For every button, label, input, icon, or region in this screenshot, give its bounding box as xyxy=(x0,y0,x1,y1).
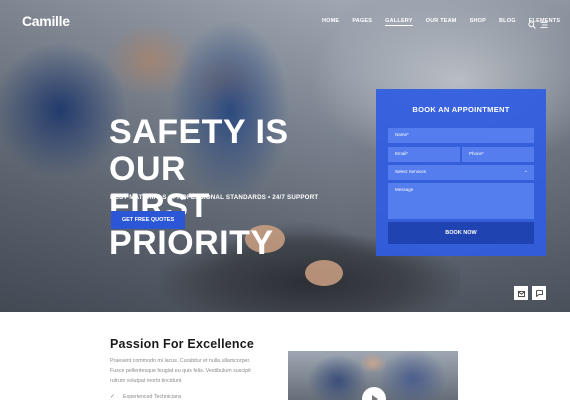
service-select[interactable]: Select Services ⌄ xyxy=(388,165,534,180)
section-description: Praesent commodo mi lacus. Curabitur et … xyxy=(110,358,251,384)
top-navigation: Camille HOME PAGES GALLERY OUR TEAM SHOP… xyxy=(0,0,570,40)
search-icon[interactable] xyxy=(528,16,536,29)
chat-button[interactable] xyxy=(532,286,546,300)
email-field[interactable]: Email* xyxy=(388,147,460,162)
mail-button[interactable] xyxy=(514,286,528,300)
nav-item-blog[interactable]: BLOG xyxy=(499,18,516,26)
hero-headline: SAFETY IS OUR FIRST PRIORITY xyxy=(109,114,369,262)
appointment-form-title: BOOK AN APPOINTMENT xyxy=(412,105,510,114)
book-now-button[interactable]: BOOK NOW xyxy=(388,222,534,244)
service-select-value: Select Services xyxy=(395,169,427,174)
brand-logo[interactable]: Camille xyxy=(22,13,70,29)
feature-item: ✓ Experienced Technicians xyxy=(110,393,182,400)
chat-icon xyxy=(535,284,543,302)
nav-item-home[interactable]: HOME xyxy=(322,18,339,26)
name-field[interactable]: Name* xyxy=(388,128,534,143)
phone-field[interactable]: Phone* xyxy=(462,147,534,162)
feature-label: Experienced Technicians xyxy=(123,393,182,400)
get-free-quotes-button[interactable]: GET FREE QUOTES xyxy=(111,211,185,229)
hero-hand-image xyxy=(305,260,343,286)
menu-icon[interactable] xyxy=(540,16,548,28)
nav-item-shop[interactable]: SHOP xyxy=(470,18,486,26)
nav-item-pages[interactable]: PAGES xyxy=(352,18,372,26)
main-menu: HOME PAGES GALLERY OUR TEAM SHOP BLOG EL… xyxy=(322,18,560,26)
chevron-down-icon: ⌄ xyxy=(523,168,528,174)
mail-icon xyxy=(517,284,525,302)
hero-headline-line-1: SAFETY IS OUR xyxy=(109,113,289,188)
section-title: Passion For Excellence xyxy=(110,337,255,351)
message-field[interactable]: Message xyxy=(388,183,534,219)
hero-tagline: BEST MATERIALS • PROFESSIONAL STANDARDS … xyxy=(110,194,319,201)
nav-item-our-team[interactable]: OUR TEAM xyxy=(426,18,457,26)
appointment-form: BOOK AN APPOINTMENT Name* Email* Phone* … xyxy=(376,89,546,256)
check-icon: ✓ xyxy=(110,394,116,400)
nav-item-gallery[interactable]: GALLERY xyxy=(385,18,413,26)
